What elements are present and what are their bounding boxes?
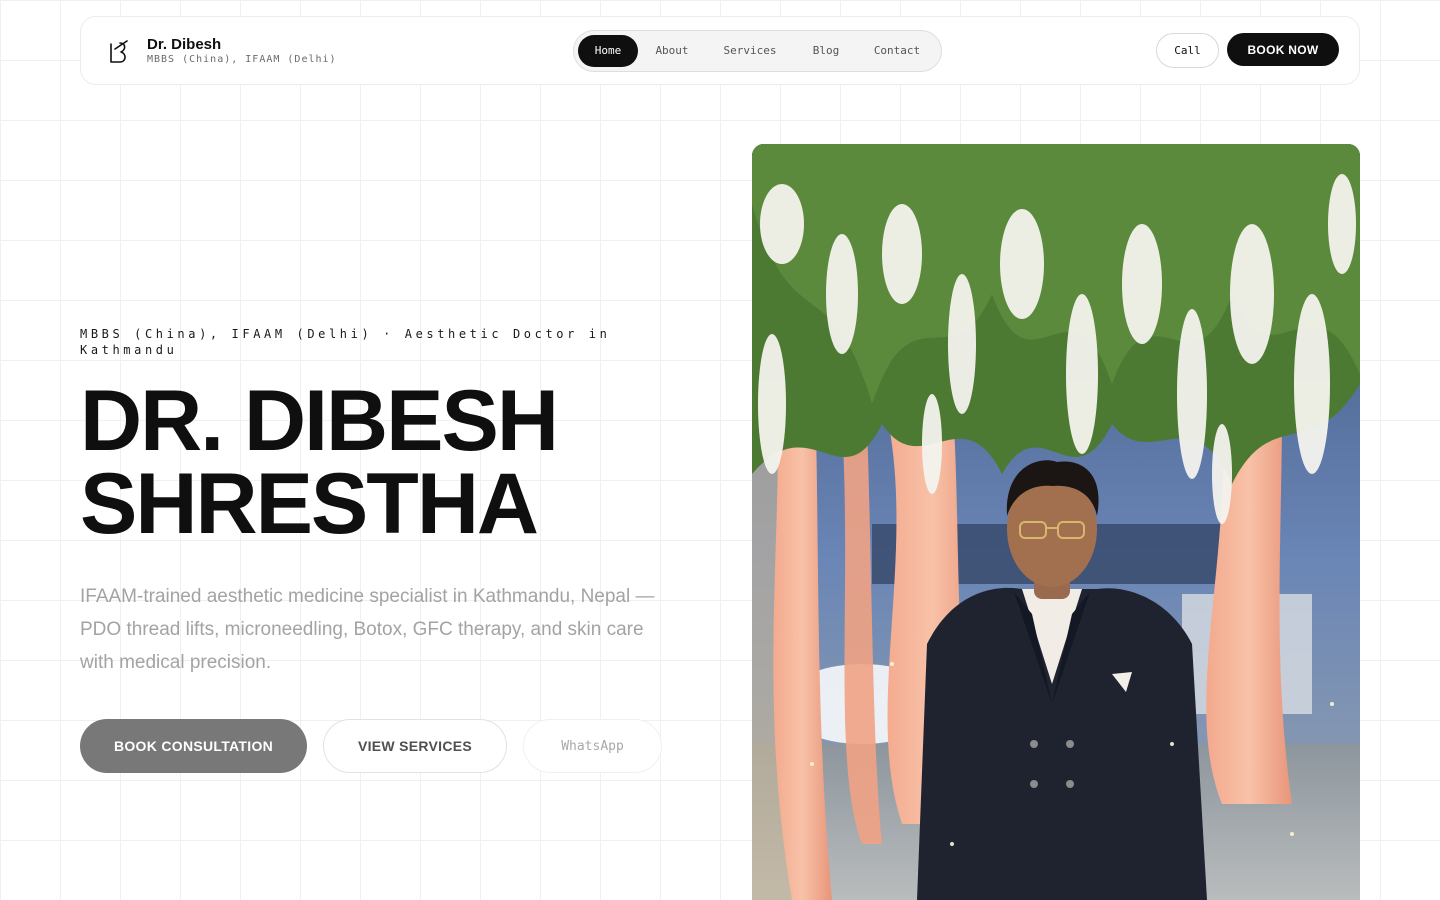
monogram-icon xyxy=(110,40,128,63)
hero-title-line-1: DR. DIBESH xyxy=(80,373,559,469)
hero-description: IFAAM-trained aesthetic medicine special… xyxy=(80,586,655,673)
nav-item-services[interactable]: Services xyxy=(710,35,790,67)
site-header: Dr. Dibesh MBBS (China), IFAAM (Delhi) H… xyxy=(80,16,1360,85)
book-now-button[interactable]: BOOK NOW xyxy=(1227,33,1339,66)
call-button[interactable]: Call xyxy=(1156,33,1219,68)
book-consultation-button[interactable]: BOOK CONSULTATION xyxy=(80,719,307,773)
brand-name: Dr. Dibesh xyxy=(147,36,222,53)
hero-photo xyxy=(752,144,1360,900)
main-nav: Home About Services Blog Contact xyxy=(573,30,942,72)
nav-item-home[interactable]: Home xyxy=(578,35,638,67)
doctor-portrait-image xyxy=(752,144,1360,900)
hero-title: DR. DIBESH SHRESTHA xyxy=(80,373,700,552)
nav-item-blog[interactable]: Blog xyxy=(798,35,854,67)
hero-title-line-2: SHRESTHA xyxy=(80,456,539,552)
whatsapp-button[interactable]: WhatsApp xyxy=(523,719,662,773)
brand-subtitle: MBBS (China), IFAAM (Delhi) xyxy=(147,54,337,65)
hero-eyebrow: MBBS (China), IFAAM (Delhi) · Aesthetic … xyxy=(80,327,611,357)
view-services-button[interactable]: VIEW SERVICES xyxy=(323,719,507,773)
brand-link[interactable]: Dr. Dibesh MBBS (China), IFAAM (Delhi) xyxy=(107,36,336,66)
nav-item-about[interactable]: About xyxy=(642,35,702,67)
nav-item-contact[interactable]: Contact xyxy=(860,35,934,67)
